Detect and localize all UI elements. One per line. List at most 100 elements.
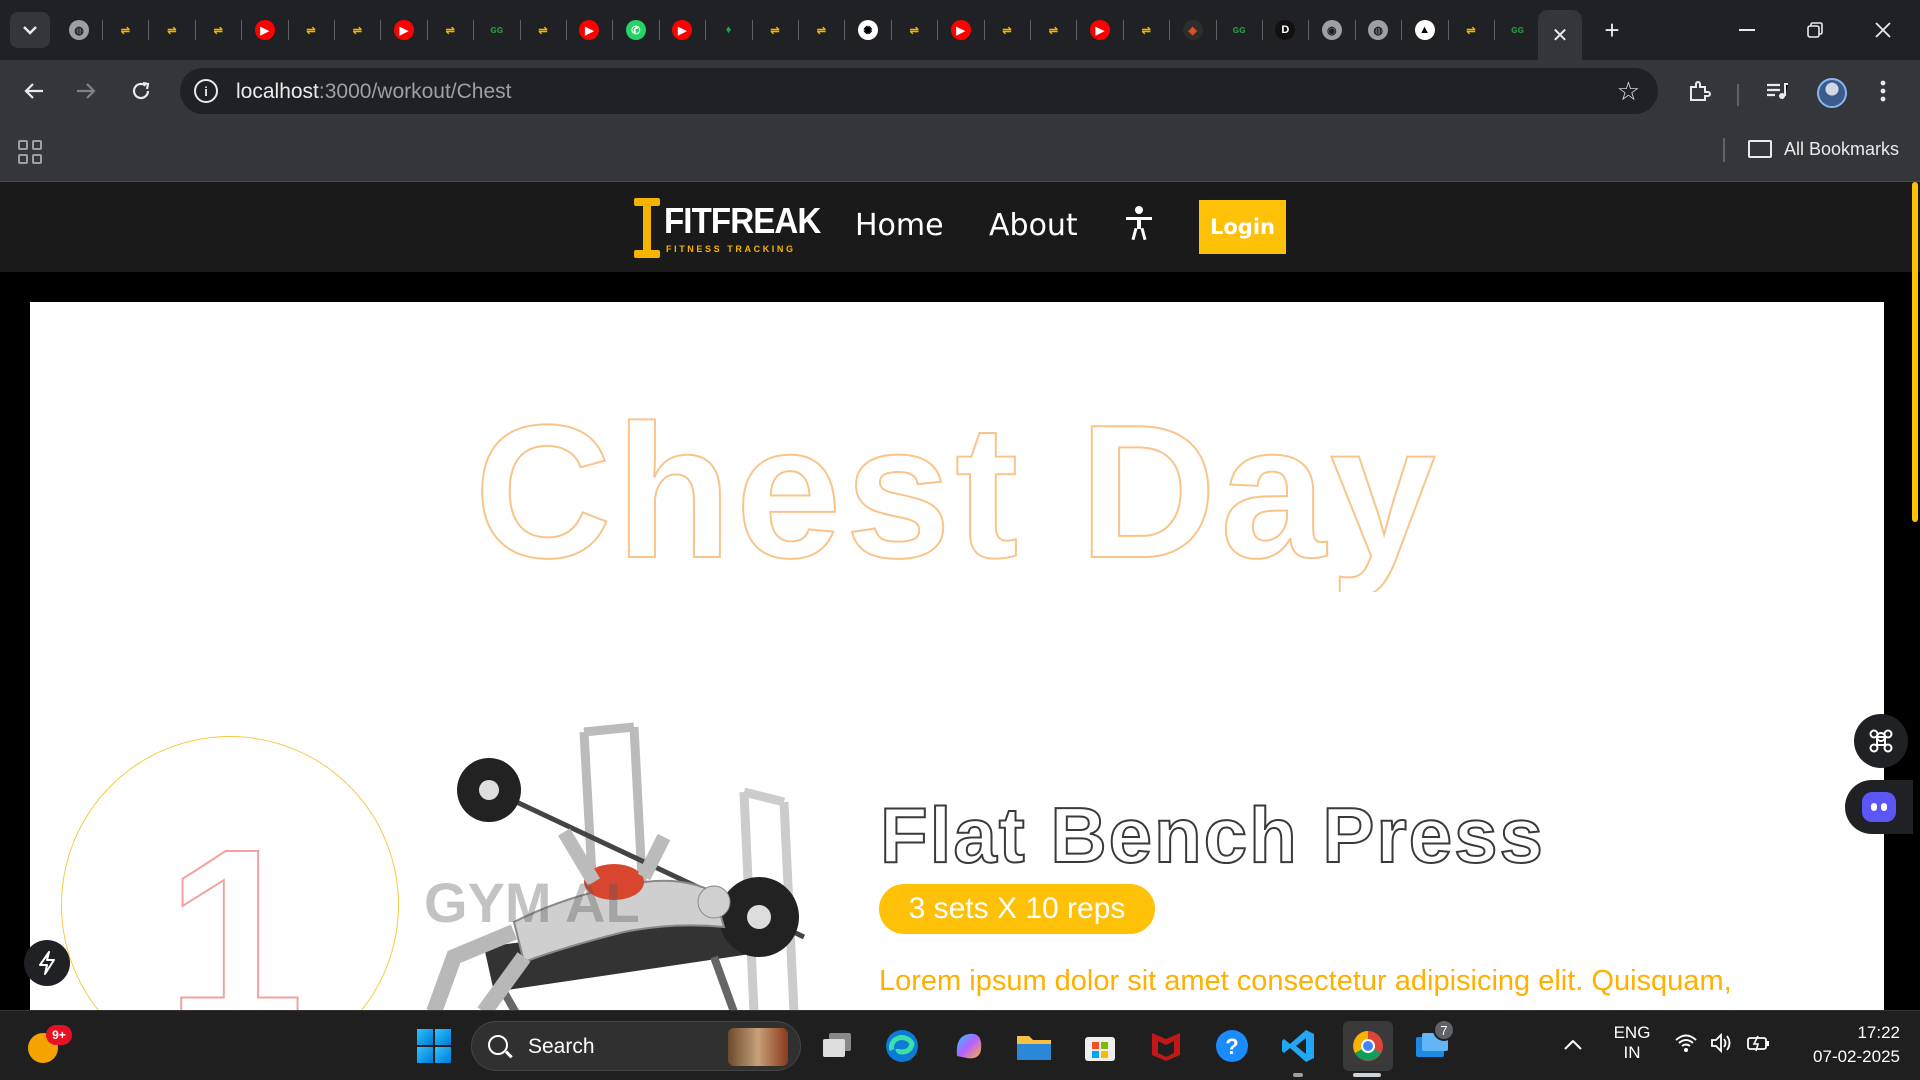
browser-tab[interactable]: ɢɢ — [1224, 14, 1254, 46]
media-control-button[interactable] — [1760, 74, 1794, 108]
browser-tab[interactable]: ⇌ — [157, 14, 187, 46]
new-tab-button[interactable]: + — [1596, 14, 1628, 46]
page-scrollbar[interactable] — [1912, 182, 1918, 522]
task-view-icon[interactable] — [816, 1025, 858, 1067]
browser-tab[interactable]: ⇌ — [528, 14, 558, 46]
browser-tab[interactable]: ▶ — [667, 14, 697, 46]
browser-tab[interactable]: ◍ — [1363, 14, 1393, 46]
active-tab[interactable]: ✕ — [1538, 10, 1582, 60]
tab-separator — [1308, 20, 1310, 40]
chatgpt-favicon-icon: ✺ — [857, 20, 878, 40]
apps-grid-icon[interactable] — [18, 140, 42, 164]
nav-about-link[interactable]: About — [989, 208, 1078, 243]
mongodb-favicon-icon: ♦ — [725, 24, 732, 36]
browser-tab[interactable]: ⇌ — [1131, 14, 1161, 46]
close-window-button[interactable] — [1860, 10, 1906, 50]
dumbbell-icon — [634, 198, 660, 258]
tab-separator — [1169, 20, 1171, 40]
floating-command-button[interactable] — [1854, 714, 1908, 768]
browser-tab[interactable]: ⇌ — [806, 14, 836, 46]
tab-separator — [334, 20, 335, 40]
folder-icon[interactable] — [1748, 140, 1772, 158]
quick-action-button[interactable] — [24, 940, 70, 986]
tab-separator — [1401, 20, 1403, 40]
taskbar-search[interactable]: Search — [471, 1021, 801, 1071]
microsoft-store-icon[interactable] — [1079, 1025, 1121, 1067]
gfg-favicon-icon: ɢɢ — [1232, 24, 1246, 36]
exercise-description: Lorem ipsum dolor sit amet consectetur a… — [879, 965, 1732, 997]
browser-tab[interactable]: ◉ — [1317, 14, 1347, 46]
tab-separator — [287, 20, 289, 40]
browser-tab[interactable]: ⇌ — [342, 14, 372, 46]
browser-tab[interactable]: ▶ — [389, 14, 419, 46]
browser-tab[interactable]: ✺ — [853, 14, 883, 46]
back-button[interactable] — [17, 74, 51, 108]
clock[interactable]: 17:22 07-02-2025 — [1790, 1023, 1900, 1067]
nav-home-link[interactable]: Home — [855, 208, 944, 243]
profile-avatar[interactable] — [1817, 78, 1847, 108]
bot-face-icon — [1862, 792, 1896, 822]
fitfreak-logo[interactable]: FITFREAK FITNESS TRACKING — [634, 198, 821, 258]
url-text[interactable]: localhost:3000/workout/Chest — [236, 80, 512, 104]
battery-icon[interactable] — [1746, 1033, 1772, 1059]
accessibility-icon[interactable] — [1124, 206, 1154, 242]
help-icon[interactable]: ? — [1211, 1025, 1253, 1067]
all-bookmarks-link[interactable]: All Bookmarks — [1784, 139, 1899, 160]
browser-tab[interactable]: ▲ — [1410, 14, 1440, 46]
restore-button[interactable] — [1792, 10, 1838, 50]
minimize-button[interactable] — [1724, 10, 1770, 50]
file-explorer-icon[interactable] — [1013, 1025, 1055, 1067]
browser-tab[interactable]: ▶ — [1085, 14, 1115, 46]
language-indicator[interactable]: ENG IN — [1612, 1023, 1652, 1063]
close-tab-icon[interactable]: ✕ — [1552, 23, 1569, 48]
logo-subtitle: FITNESS TRACKING — [666, 244, 796, 254]
reload-button[interactable] — [124, 74, 158, 108]
weather-widget[interactable]: 9+ — [28, 1025, 72, 1063]
wifi-icon[interactable] — [1674, 1033, 1698, 1059]
browser-tab[interactable]: ♦ — [714, 14, 744, 46]
browser-tab[interactable]: ⇌ — [435, 14, 465, 46]
chrome-icon[interactable] — [1343, 1021, 1393, 1071]
edge-browser-icon[interactable] — [881, 1025, 923, 1067]
tab-separator — [426, 20, 428, 40]
forward-button[interactable] — [69, 74, 103, 108]
vscode-icon[interactable] — [1277, 1025, 1319, 1067]
copilot-icon[interactable] — [948, 1025, 990, 1067]
browser-tab[interactable]: ▶ — [250, 14, 280, 46]
bookmark-star-icon[interactable]: ☆ — [1617, 76, 1640, 107]
floating-assistant-button[interactable] — [1845, 780, 1913, 834]
volume-icon[interactable] — [1710, 1032, 1734, 1059]
browser-tab[interactable]: ◈ — [1178, 14, 1208, 46]
browser-tab[interactable]: ⇌ — [203, 14, 233, 46]
browser-tab[interactable]: ⇌ — [1456, 14, 1486, 46]
tab-search-button[interactable] — [10, 12, 50, 48]
browser-tab[interactable]: ◍ — [64, 14, 94, 46]
browser-tab[interactable]: ▶ — [946, 14, 976, 46]
tab-separator — [1447, 20, 1449, 40]
browser-tab[interactable]: ⇌ — [992, 14, 1022, 46]
youtube-favicon-icon: ▶ — [254, 20, 275, 40]
show-hidden-icons-button[interactable] — [1564, 1033, 1582, 1056]
login-button[interactable]: Login — [1199, 200, 1286, 254]
browser-tab[interactable]: ⇌ — [110, 14, 140, 46]
more-vertical-icon — [1880, 80, 1886, 102]
site-info-icon[interactable]: i — [194, 79, 218, 103]
browser-tab[interactable]: ⇌ — [760, 14, 790, 46]
lightning-icon — [39, 951, 55, 975]
browser-tab[interactable]: ▶ — [574, 14, 604, 46]
clock-time: 17:22 — [1857, 1023, 1900, 1042]
address-bar[interactable]: i localhost:3000/workout/Chest ☆ — [180, 68, 1658, 114]
browser-tab[interactable]: D — [1270, 14, 1300, 46]
browser-tab[interactable]: ⇌ — [296, 14, 326, 46]
fitfreak-favicon-icon: ⇌ — [352, 24, 362, 37]
browser-tab[interactable]: ⇌ — [899, 14, 929, 46]
extensions-button[interactable] — [1682, 74, 1716, 108]
mcafee-icon[interactable] — [1145, 1025, 1187, 1067]
windows-start-icon[interactable] — [417, 1029, 451, 1063]
browser-tab[interactable]: ɢɢ — [482, 14, 512, 46]
gfg-favicon-icon: ɢɢ — [490, 24, 504, 36]
browser-tab[interactable]: ɢɢ — [1502, 14, 1532, 46]
browser-tab[interactable]: ⇌ — [1038, 14, 1068, 46]
browser-menu-button[interactable] — [1866, 74, 1900, 108]
browser-tab[interactable]: ✆ — [621, 14, 651, 46]
